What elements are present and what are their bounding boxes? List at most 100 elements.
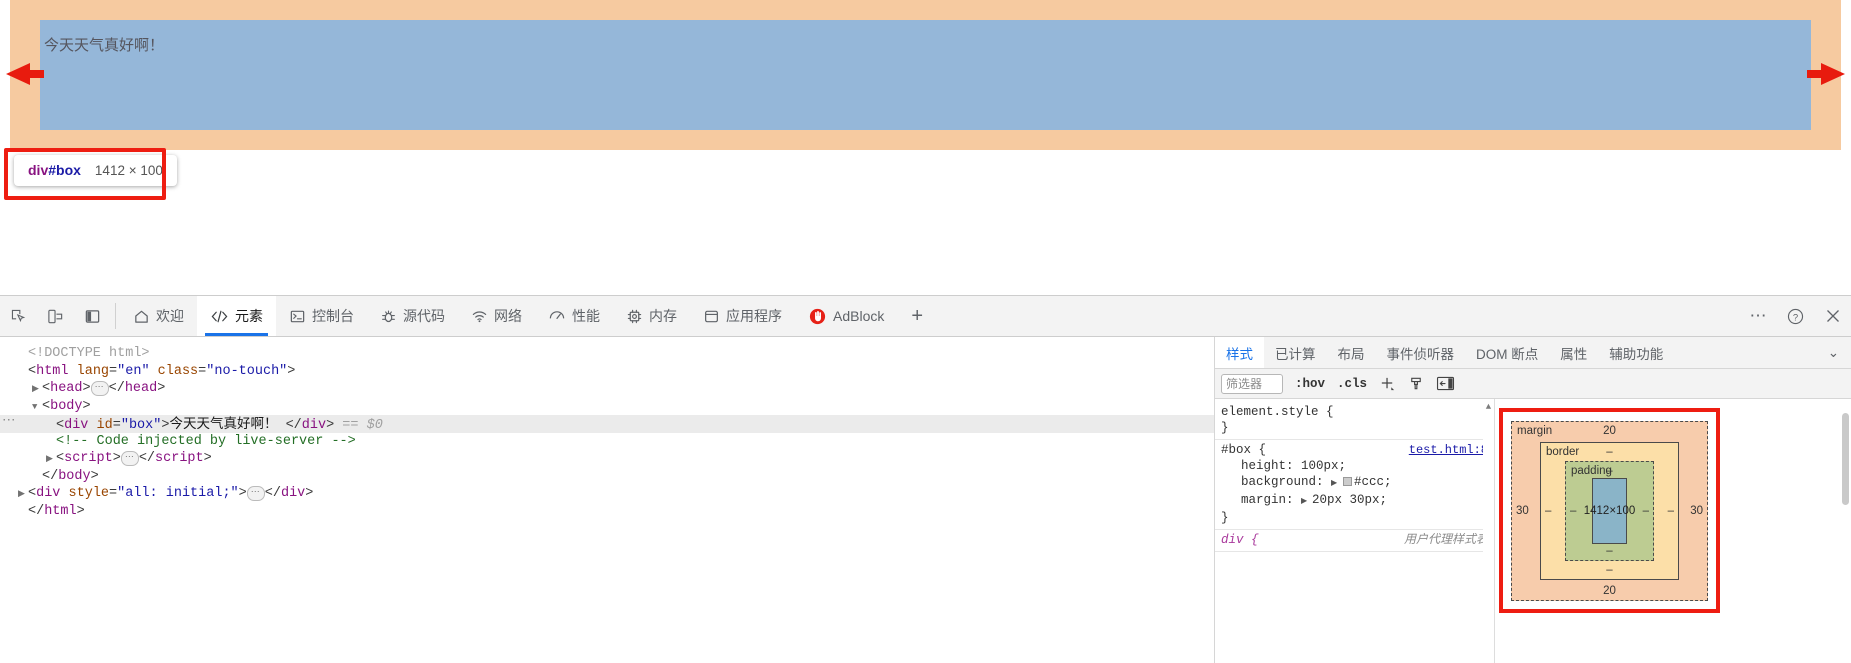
- color-swatch[interactable]: [1342, 477, 1352, 486]
- add-panel-button[interactable]: +: [897, 296, 937, 336]
- styles-tab-样式[interactable]: 样式: [1215, 337, 1264, 368]
- styles-tab-属性[interactable]: 属性: [1549, 337, 1598, 368]
- styles-tab-辅助功能[interactable]: 辅助功能: [1598, 337, 1674, 368]
- dom-node-row[interactable]: ▶ <script> ⋯ </script>: [0, 450, 1214, 468]
- dom-twisty-icon[interactable]: ▶: [18, 486, 28, 504]
- styles-rules-list[interactable]: element.style {} #box {test.html:8 height:…: [1215, 399, 1495, 663]
- box-model-border-bottom[interactable]: –: [1541, 564, 1678, 576]
- style-rule-source-link[interactable]: test.html:8: [1409, 442, 1488, 458]
- styles-tab-事件侦听器[interactable]: 事件侦听器: [1376, 337, 1466, 368]
- box-model-padding-left[interactable]: –: [1570, 505, 1576, 517]
- tab-network[interactable]: 网络: [458, 296, 535, 336]
- dom-token: html: [44, 503, 77, 519]
- tab-sources[interactable]: 源代码: [367, 296, 458, 336]
- cls-button[interactable]: .cls: [1337, 377, 1367, 391]
- styles-filter-input[interactable]: 筛选器: [1221, 373, 1283, 394]
- dom-node-menu-icon[interactable]: ⋯: [2, 413, 17, 431]
- dom-twisty-icon[interactable]: ▶: [46, 451, 56, 469]
- toggle-sidebar-icon[interactable]: [1436, 376, 1455, 391]
- dom-node-row[interactable]: </html>: [0, 503, 1214, 521]
- chevron-down-icon[interactable]: ⌄: [1816, 337, 1851, 368]
- box-model-padding-top[interactable]: –: [1566, 465, 1653, 477]
- box-model-margin-left[interactable]: 30: [1516, 505, 1529, 517]
- style-rule-selector[interactable]: div {: [1221, 532, 1259, 548]
- scrollbar-thumb[interactable]: [1842, 413, 1849, 505]
- declaration-property[interactable]: margin:: [1241, 493, 1301, 507]
- help-icon[interactable]: ?: [1777, 296, 1814, 336]
- dom-node-row[interactable]: <html lang="en" class="no-touch">: [0, 363, 1214, 381]
- box-model-margin-top[interactable]: 20: [1512, 425, 1707, 437]
- dom-collapsed-children-icon[interactable]: ⋯: [246, 486, 265, 501]
- box-model-padding-bottom[interactable]: –: [1566, 545, 1653, 557]
- declaration-property[interactable]: background:: [1241, 475, 1331, 489]
- dom-token: class: [149, 363, 199, 379]
- expand-shorthand-icon[interactable]: ▶: [1301, 497, 1312, 506]
- page-box-element[interactable]: 今天天气真好啊！: [40, 20, 1811, 130]
- expand-shorthand-icon[interactable]: ▶: [1331, 479, 1342, 488]
- box-model-border-right[interactable]: –: [1668, 505, 1674, 517]
- dom-twisty-icon[interactable]: ▼: [32, 399, 42, 417]
- box-model-margin-bottom[interactable]: 20: [1512, 585, 1707, 597]
- box-model-content[interactable]: 1412×100: [1584, 478, 1635, 544]
- box-model-margin[interactable]: margin 20 20 30 30 border – – – – paddin…: [1511, 421, 1708, 601]
- box-model-padding-right[interactable]: –: [1643, 505, 1649, 517]
- styles-tab-已计算[interactable]: 已计算: [1264, 337, 1327, 368]
- scroll-up-icon[interactable]: ▲: [1483, 399, 1494, 415]
- chip-icon: [626, 308, 643, 325]
- dom-token: >: [326, 418, 335, 433]
- dom-tree-pane[interactable]: <!DOCTYPE html> <html lang="en" class="no…: [0, 337, 1215, 663]
- dom-node-row[interactable]: <!-- Code injected by live-server -->: [0, 433, 1214, 451]
- dom-token: >: [90, 468, 99, 484]
- dock-side-icon[interactable]: [74, 296, 111, 336]
- dom-node-row[interactable]: <!DOCTYPE html>: [0, 345, 1214, 363]
- dom-collapsed-children-icon[interactable]: ⋯: [90, 381, 109, 396]
- style-rule[interactable]: div {用户代理样式表: [1215, 530, 1494, 552]
- box-model-padding[interactable]: padding – – – – 1412×100: [1565, 461, 1654, 561]
- dom-tree[interactable]: <!DOCTYPE html> <html lang="en" class="no…: [0, 337, 1214, 520]
- dom-node-row[interactable]: </body>: [0, 468, 1214, 486]
- dom-collapsed-children-icon[interactable]: ⋯: [120, 451, 139, 466]
- tab-console[interactable]: 控制台: [276, 296, 367, 336]
- dom-node-row[interactable]: ▶ <div style="all: initial;"> ⋯ </div>: [0, 485, 1214, 503]
- box-model-margin-right[interactable]: 30: [1690, 505, 1703, 517]
- style-declaration[interactable]: height: 100px;: [1221, 458, 1488, 474]
- box-model-border-left[interactable]: –: [1545, 505, 1551, 517]
- style-declaration[interactable]: margin: ▶ 20px 30px;: [1221, 492, 1488, 510]
- box-model-border[interactable]: border – – – – padding – – – – 1412×100: [1540, 442, 1679, 580]
- declaration-value[interactable]: #ccc;: [1354, 475, 1392, 489]
- tab-performance[interactable]: 性能: [535, 296, 613, 336]
- style-declaration[interactable]: background: ▶ #ccc;: [1221, 474, 1488, 492]
- style-rule[interactable]: element.style {}: [1215, 402, 1494, 440]
- tab-welcome[interactable]: 欢迎: [120, 296, 197, 336]
- plus-icon: +: [911, 304, 924, 327]
- brush-icon[interactable]: [1408, 375, 1424, 392]
- box-model-border-top[interactable]: –: [1541, 446, 1678, 458]
- new-style-rule-icon[interactable]: [1379, 375, 1396, 392]
- styles-tab-布局[interactable]: 布局: [1327, 337, 1376, 368]
- tab-adblock[interactable]: AdBlock: [795, 296, 897, 336]
- close-devtools-icon[interactable]: [1814, 296, 1851, 336]
- dom-token: </: [138, 451, 156, 466]
- dom-node-row[interactable]: ▶ <head> ⋯ </head>: [0, 380, 1214, 398]
- styles-tab-DOM 断点[interactable]: DOM 断点: [1465, 337, 1549, 368]
- dom-twisty-icon[interactable]: ▶: [32, 381, 42, 399]
- style-rule[interactable]: #box {test.html:8 height: 100px; backgroun…: [1215, 440, 1494, 530]
- declaration-value[interactable]: 20px 30px;: [1312, 493, 1387, 507]
- inspect-element-icon[interactable]: [0, 296, 37, 336]
- more-options-icon[interactable]: ⋯: [1740, 296, 1777, 336]
- tab-elements[interactable]: 元素: [197, 296, 276, 336]
- dom-node-row[interactable]: ▼ <body>: [0, 398, 1214, 416]
- hov-button[interactable]: :hov: [1295, 377, 1325, 391]
- dom-token: >: [287, 363, 296, 379]
- styles-pane-scrollbar[interactable]: [1840, 399, 1851, 663]
- style-rule-selector[interactable]: #box {: [1221, 442, 1266, 458]
- dom-token: 今天天气真好啊！: [169, 416, 278, 431]
- styles-rules-scrollbar[interactable]: ▲: [1483, 399, 1494, 663]
- tab-memory[interactable]: 内存: [613, 296, 690, 336]
- declaration-property[interactable]: height:: [1241, 459, 1301, 473]
- style-rule-selector[interactable]: element.style {: [1221, 404, 1334, 420]
- dom-node-row[interactable]: ⋯ <div id="box">今天天气真好啊！ </div> == $0: [0, 413, 1214, 433]
- tab-application[interactable]: 应用程序: [690, 296, 795, 336]
- declaration-value[interactable]: 100px;: [1301, 459, 1346, 473]
- device-toolbar-icon[interactable]: [37, 296, 74, 336]
